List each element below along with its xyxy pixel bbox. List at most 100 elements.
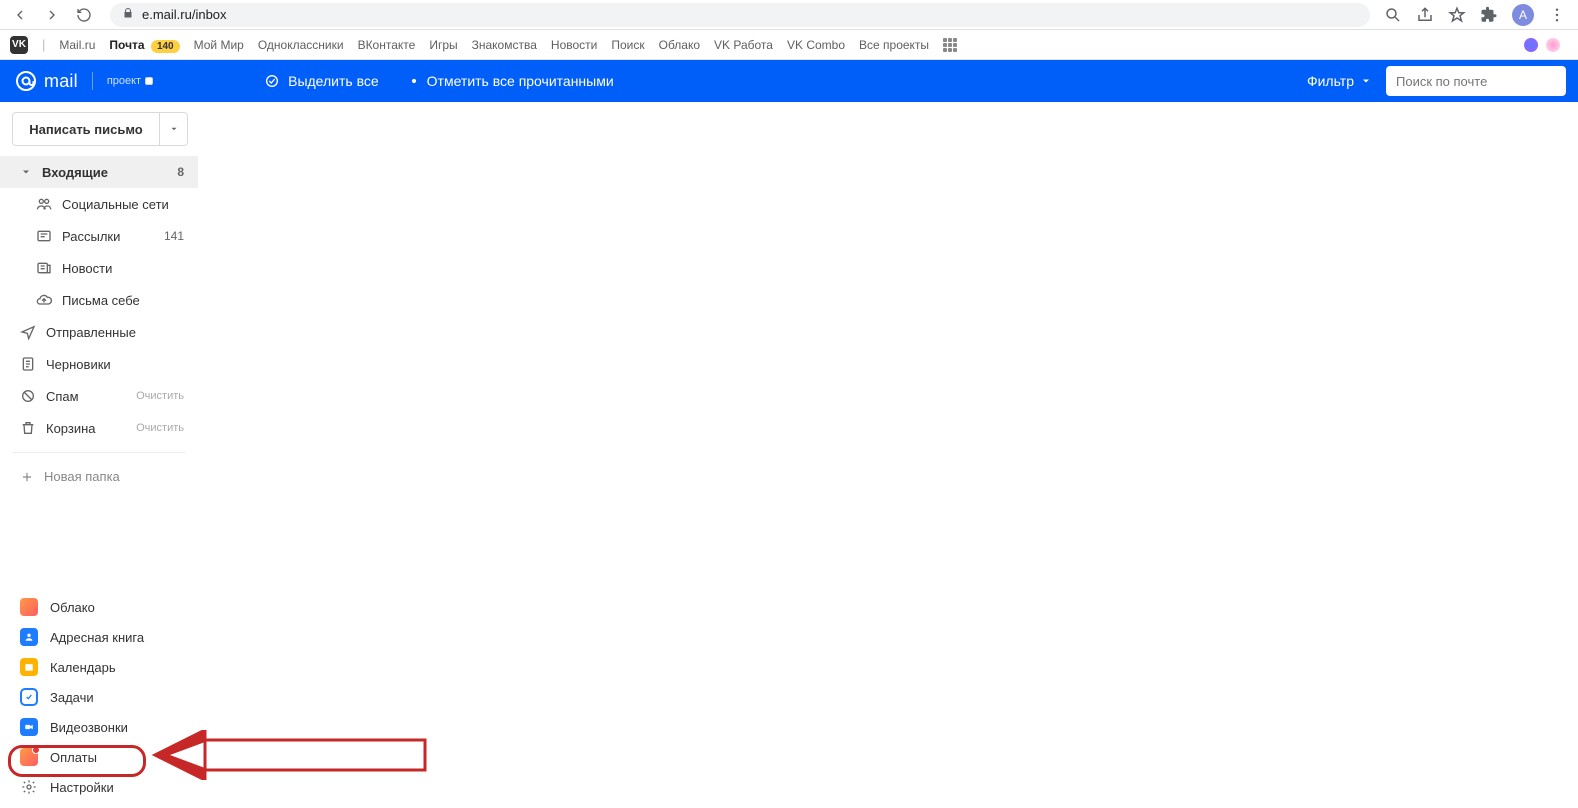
app-label: Оплаты: [50, 750, 97, 765]
bm-znakomstva[interactable]: Знакомства: [472, 38, 537, 52]
filter-label: Фильтр: [1307, 73, 1354, 89]
bm-odnoklassniki[interactable]: Одноклассники: [258, 38, 344, 52]
profile-avatar[interactable]: А: [1512, 4, 1534, 26]
app-label: Задачи: [50, 690, 94, 705]
clear-spam-link[interactable]: Очистить: [136, 390, 184, 402]
folder-count: 141: [164, 229, 184, 243]
bm-oblako[interactable]: Облако: [659, 38, 700, 52]
folder-label: Черновики: [46, 357, 184, 372]
vk-icon[interactable]: VK: [10, 36, 28, 54]
folder-label: Социальные сети: [62, 197, 184, 212]
folder-to-self[interactable]: Письма себе: [0, 284, 198, 316]
bm-mailru[interactable]: Mail.ru: [59, 38, 95, 52]
app-video[interactable]: Видеозвонки: [0, 712, 198, 742]
separator: |: [42, 37, 45, 52]
app-calendar[interactable]: Календарь: [0, 652, 198, 682]
drafts-icon: [20, 356, 36, 372]
apps-grid-icon[interactable]: [943, 38, 957, 52]
sidebar: Написать письмо Входящие 8 Социальные се…: [0, 102, 198, 808]
browser-toolbar: e.mail.ru/inbox А: [0, 0, 1578, 30]
folder-trash[interactable]: Корзина Очистить: [0, 412, 198, 444]
logo-separator: [92, 72, 93, 90]
app-cloud[interactable]: Облако: [0, 592, 198, 622]
folder-spam[interactable]: Спам Очистить: [0, 380, 198, 412]
atom-icon[interactable]: [1524, 38, 1538, 52]
bm-igry[interactable]: Игры: [429, 38, 457, 52]
bm-pochta-label: Почта: [109, 38, 144, 52]
chevron-down-icon: [20, 166, 32, 178]
bm-vseproekty[interactable]: Все проекты: [859, 38, 929, 52]
circle-icon: [409, 76, 419, 86]
select-all-button[interactable]: Выделить все: [264, 73, 379, 89]
mail-logo[interactable]: mail проект: [0, 69, 154, 93]
clear-trash-link[interactable]: Очистить: [136, 422, 184, 434]
cloud-upload-icon: [36, 292, 52, 308]
app-label: Календарь: [50, 660, 116, 675]
news-icon: [36, 260, 52, 276]
app-label: Адресная книга: [50, 630, 144, 645]
logo-text: mail: [44, 71, 78, 92]
app-label: Облако: [50, 600, 95, 615]
lock-icon: [122, 7, 134, 22]
compose-button[interactable]: Написать письмо: [13, 113, 159, 145]
zoom-icon[interactable]: [1384, 6, 1402, 24]
folder-label: Спам: [46, 389, 126, 404]
chevron-down-icon: [169, 124, 179, 134]
forward-button[interactable]: [40, 3, 64, 27]
extensions-icon[interactable]: [1480, 6, 1498, 24]
bm-pochta[interactable]: Почта 140: [109, 38, 179, 52]
folder-inbox[interactable]: Входящие 8: [0, 156, 198, 188]
browser-menu-icon[interactable]: [1548, 6, 1566, 24]
marusya-icon[interactable]: [1546, 38, 1560, 52]
address-bar[interactable]: e.mail.ru/inbox: [110, 3, 1370, 27]
video-icon: [20, 718, 38, 736]
spam-icon: [20, 388, 36, 404]
search-input[interactable]: [1396, 74, 1572, 89]
folder-label: Новости: [62, 261, 184, 276]
compose-dropdown[interactable]: [159, 113, 187, 145]
bm-moimir[interactable]: Мой Мир: [194, 38, 244, 52]
bm-vkontakte[interactable]: ВКонтакте: [358, 38, 416, 52]
folder-newsletters[interactable]: Рассылки 141: [0, 220, 198, 252]
app-label: Настройки: [50, 780, 114, 795]
app-tasks[interactable]: Задачи: [0, 682, 198, 712]
bm-novosti[interactable]: Новости: [551, 38, 597, 52]
mark-read-label: Отметить все прочитанными: [427, 73, 614, 89]
app-contacts[interactable]: Адресная книга: [0, 622, 198, 652]
mail-count-badge: 140: [151, 40, 180, 53]
bm-poisk[interactable]: Поиск: [611, 38, 644, 52]
folder-label: Письма себе: [62, 293, 184, 308]
star-icon[interactable]: [1448, 6, 1466, 24]
app-label: Видеозвонки: [50, 720, 128, 735]
search-box[interactable]: [1386, 66, 1566, 96]
reload-button[interactable]: [72, 3, 96, 27]
check-circle-icon: [264, 73, 280, 89]
bm-vkrabota[interactable]: VK Работа: [714, 38, 773, 52]
share-icon[interactable]: [1416, 6, 1434, 24]
folder-sent[interactable]: Отправленные: [0, 316, 198, 348]
bookmarks-bar: VK | Mail.ru Почта 140 Мой Мир Однокласс…: [0, 30, 1578, 60]
chevron-down-icon: [1360, 75, 1372, 87]
bm-vkcombo[interactable]: VK Combo: [787, 38, 845, 52]
folder-label: Входящие: [42, 165, 167, 180]
tasks-icon: [20, 688, 38, 706]
calendar-icon: [20, 658, 38, 676]
folder-label: Отправленные: [46, 325, 184, 340]
sent-icon: [20, 324, 36, 340]
folder-drafts[interactable]: Черновики: [0, 348, 198, 380]
app-settings[interactable]: Настройки: [0, 772, 198, 802]
cloud-icon: [20, 598, 38, 616]
new-folder-button[interactable]: Новая папка: [0, 461, 198, 492]
compose-row: Написать письмо: [12, 112, 188, 146]
app-payments[interactable]: Оплаты: [0, 742, 198, 772]
people-icon: [36, 196, 52, 212]
filter-button[interactable]: Фильтр: [1307, 73, 1372, 89]
folder-label: Рассылки: [62, 229, 154, 244]
folder-news[interactable]: Новости: [0, 252, 198, 284]
mark-read-button[interactable]: Отметить все прочитанными: [409, 73, 614, 89]
newsletter-icon: [36, 228, 52, 244]
new-folder-label: Новая папка: [44, 469, 120, 484]
folder-social[interactable]: Социальные сети: [0, 188, 198, 220]
back-button[interactable]: [8, 3, 32, 27]
trash-icon: [20, 420, 36, 436]
